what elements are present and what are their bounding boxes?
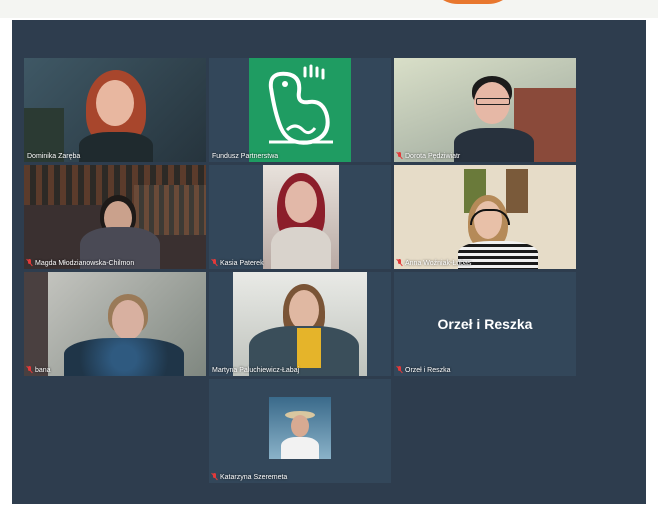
fundusz-bird-logo-icon <box>249 58 351 162</box>
video-tile-dorota-pedziwiatr[interactable]: Dorota Pędziwiatr <box>394 58 576 162</box>
participant-name: Martyna Paluchiewicz-Łabaj <box>212 367 300 374</box>
participant-display-name: Orzeł i Reszka <box>437 316 533 332</box>
video-feed <box>24 272 206 376</box>
participant-name: Katarzyna Szeremeta <box>212 473 287 481</box>
muted-mic-icon <box>212 473 217 480</box>
video-tile-orzel-i-reszka[interactable]: Orzeł i Reszka Orzeł i Reszka <box>394 272 576 376</box>
video-feed <box>24 58 206 162</box>
video-tile-anna-wozniak-lubas[interactable]: Anna Woźniak-Łubas <box>394 165 576 269</box>
video-tile-bana[interactable]: bana <box>24 272 206 376</box>
muted-mic-icon <box>27 366 32 373</box>
muted-mic-icon <box>27 259 32 266</box>
video-tile-dominika-zareba[interactable]: Dominika Zaręba <box>24 58 206 162</box>
video-tile-fundusz-partnerstwa[interactable]: Fundusz Partnerstwa <box>209 58 391 162</box>
video-gallery: Dominika Zaręba Fundusz Partnerstwa Doro… <box>12 20 646 504</box>
video-tile-martyna-paluchiewicz-labaj[interactable]: Martyna Paluchiewicz-Łabaj <box>209 272 391 376</box>
video-tile-kasia-paterek[interactable]: Kasia Paterek <box>209 165 391 269</box>
muted-mic-icon <box>397 152 402 159</box>
participant-name: Orzeł i Reszka <box>397 366 451 374</box>
video-feed <box>233 272 367 376</box>
muted-mic-icon <box>212 259 217 266</box>
video-tile-katarzyna-szeremeta[interactable]: Katarzyna Szeremeta <box>209 379 391 483</box>
video-feed <box>394 165 576 269</box>
participant-name: bana <box>27 366 51 374</box>
muted-mic-icon <box>397 366 402 373</box>
brand-logo-arc <box>428 0 518 4</box>
video-tile-magda-mlodzianowska-chilmon[interactable]: Magda Młodzianowska-Chilmon <box>24 165 206 269</box>
participant-name: Anna Woźniak-Łubas <box>397 259 471 267</box>
muted-mic-icon <box>397 259 402 266</box>
participant-name: Magda Młodzianowska-Chilmon <box>27 259 134 267</box>
participant-name: Kasia Paterek <box>212 259 264 267</box>
top-banner <box>0 0 658 18</box>
video-feed <box>24 165 206 269</box>
participant-name: Dorota Pędziwiatr <box>397 152 460 160</box>
participant-name: Dominika Zaręba <box>27 153 81 160</box>
participant-name: Fundusz Partnerstwa <box>212 153 279 160</box>
video-feed <box>263 165 339 269</box>
video-feed <box>394 58 576 162</box>
video-feed <box>269 397 331 459</box>
